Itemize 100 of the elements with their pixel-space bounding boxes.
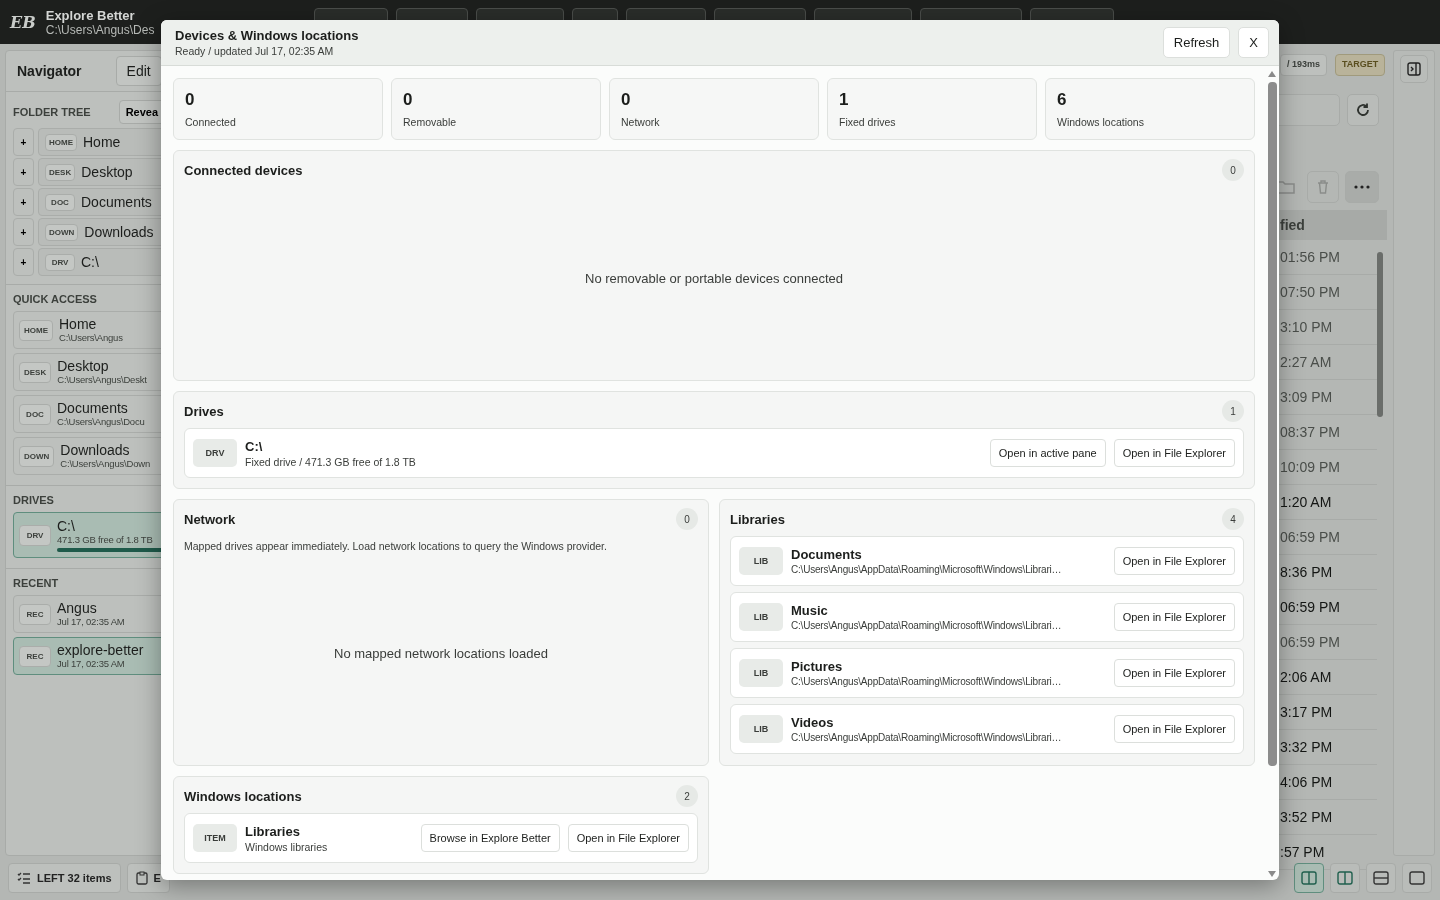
- section-heading: RECENT: [12, 576, 60, 591]
- section-heading: QUICK ACCESS: [12, 292, 98, 307]
- count-badge: 0: [676, 508, 698, 530]
- action-button[interactable]: Open in File Explorer: [1113, 603, 1235, 631]
- item-path: C:\Users\Angus\AppData\Roaming\Microsoft\Windows\Librari…: [791, 620, 1062, 631]
- empty-message: No mapped network locations loaded: [334, 646, 548, 661]
- item-name: Videos: [791, 715, 834, 730]
- layout-button[interactable]: [1402, 863, 1432, 893]
- item-name: Libraries: [245, 823, 300, 839]
- item-path: C:\Users\Angus\AppData\Roaming\Microsoft\Windows\Librari…: [791, 732, 1062, 743]
- scroll-up-icon[interactable]: [1267, 70, 1277, 78]
- layout-button[interactable]: [1366, 863, 1396, 893]
- expand-button[interactable]: +: [13, 158, 34, 186]
- expand-button[interactable]: +: [13, 128, 34, 156]
- split-view-icon: [1301, 871, 1317, 885]
- expand-button[interactable]: +: [13, 218, 34, 246]
- item-label: Angus: [57, 601, 97, 616]
- modified-time: 3:10 PM: [1280, 319, 1333, 335]
- action-button[interactable]: Open in active pane: [989, 439, 1106, 467]
- item-path: C:\Users\Angus\Docu: [57, 416, 145, 427]
- action-button[interactable]: Open in File Explorer: [567, 824, 689, 852]
- stat-value: 6: [1057, 90, 1067, 110]
- trash-icon: [1315, 179, 1331, 195]
- dialog-status: Ready / updated Jul 17, 02:35 AM: [175, 45, 334, 57]
- action-button[interactable]: Browse in Explore Better: [420, 824, 560, 852]
- folder-badge: DOC: [45, 193, 75, 211]
- refresh-icon: [1354, 101, 1372, 119]
- action-button[interactable]: Open in File Explorer: [1113, 659, 1235, 687]
- empty-message: No removable or portable devices connected: [585, 271, 843, 286]
- stat-label: Windows locations: [1057, 116, 1144, 128]
- refresh-button[interactable]: [1347, 94, 1379, 126]
- stat-value: 1: [839, 90, 849, 110]
- stat-label: Removable: [403, 116, 457, 128]
- close-button[interactable]: X: [1238, 27, 1269, 58]
- stat-value: 0: [185, 90, 195, 110]
- item-label: Documents: [57, 401, 128, 416]
- library-badge: LIB: [739, 603, 783, 631]
- layout-button[interactable]: [1330, 863, 1360, 893]
- single-view-icon: [1409, 871, 1425, 885]
- folder-badge: DESK: [19, 361, 52, 383]
- layout-button[interactable]: [1294, 863, 1324, 893]
- tree-item-label: Downloads: [84, 224, 154, 240]
- modified-time: 3:09 PM: [1280, 389, 1333, 405]
- pane-status-button[interactable]: LEFT 32 items: [8, 863, 121, 893]
- tree-item-label: Documents: [81, 194, 152, 210]
- modified-time: 01:56 PM: [1280, 249, 1340, 265]
- timing-chip: / 193ms: [1280, 54, 1328, 76]
- modified-time: 3:32 PM: [1280, 739, 1333, 755]
- item-label: Home: [59, 317, 97, 332]
- count-badge: 4: [1222, 508, 1244, 530]
- folder-badge: DESK: [45, 163, 76, 181]
- modified-time: 2:27 AM: [1280, 354, 1332, 370]
- modified-time: :57 PM: [1280, 844, 1325, 860]
- item-path: C:\Users\Angus\Deskt: [57, 374, 147, 385]
- modified-time: 1:20 AM: [1280, 494, 1332, 510]
- action-button[interactable]: Open in File Explorer: [1113, 715, 1235, 743]
- count-badge: 2: [676, 785, 698, 807]
- expand-button[interactable]: +: [13, 188, 34, 216]
- modified-time: 10:09 PM: [1280, 459, 1340, 475]
- item-time: Jul 17, 02:35 AM: [57, 658, 125, 669]
- drive-badge: DRV: [193, 439, 237, 467]
- tree-item-label: Desktop: [81, 164, 133, 180]
- scrollbar-thumb[interactable]: [1377, 252, 1383, 417]
- item-name: Music: [791, 603, 828, 618]
- dialog-title: Devices & Windows locations: [175, 28, 359, 43]
- modified-time: 3:52 PM: [1280, 809, 1333, 825]
- folder-badge: HOME: [45, 133, 77, 151]
- expand-button[interactable]: +: [13, 248, 34, 276]
- clipboard-button[interactable]: E: [126, 863, 170, 893]
- modified-time: 07:50 PM: [1280, 284, 1340, 300]
- more-icon: [1354, 185, 1370, 189]
- stat-label: Connected: [185, 116, 236, 128]
- item-label: Desktop: [57, 359, 109, 374]
- refresh-button[interactable]: Refresh: [1162, 27, 1231, 58]
- folder-badge: DOWN: [19, 445, 55, 467]
- modified-time: 3:17 PM: [1280, 704, 1333, 720]
- item-name: Documents: [791, 547, 862, 562]
- folder-badge: HOME: [19, 319, 53, 341]
- target-chip[interactable]: TARGET: [1335, 54, 1386, 76]
- modified-time: 8:36 PM: [1280, 564, 1333, 580]
- scrollbar-thumb[interactable]: [1267, 82, 1277, 766]
- action-button[interactable]: Open in File Explorer: [1113, 547, 1235, 575]
- stat-label: Fixed drives: [839, 116, 896, 128]
- edit-button[interactable]: Edit: [115, 56, 162, 86]
- item-label: C:\: [57, 518, 75, 534]
- more-button[interactable]: [1345, 171, 1379, 203]
- item-label: explore-better: [57, 643, 144, 658]
- panel-icon: [1407, 62, 1421, 76]
- stat-label: Network: [621, 116, 660, 128]
- panel-toggle-button[interactable]: [1400, 55, 1428, 83]
- modified-time: 06:59 PM: [1280, 529, 1340, 545]
- modified-time: 06:59 PM: [1280, 634, 1340, 650]
- section-title: Libraries: [730, 511, 785, 527]
- scroll-down-icon[interactable]: [1267, 870, 1277, 878]
- modified-time: 2:06 AM: [1280, 669, 1332, 685]
- action-button[interactable]: Open in File Explorer: [1113, 439, 1235, 467]
- folder-badge: DOC: [19, 403, 51, 425]
- app-logo: EB: [10, 12, 36, 32]
- count-badge: 1: [1222, 400, 1244, 422]
- list-icon: [17, 872, 31, 884]
